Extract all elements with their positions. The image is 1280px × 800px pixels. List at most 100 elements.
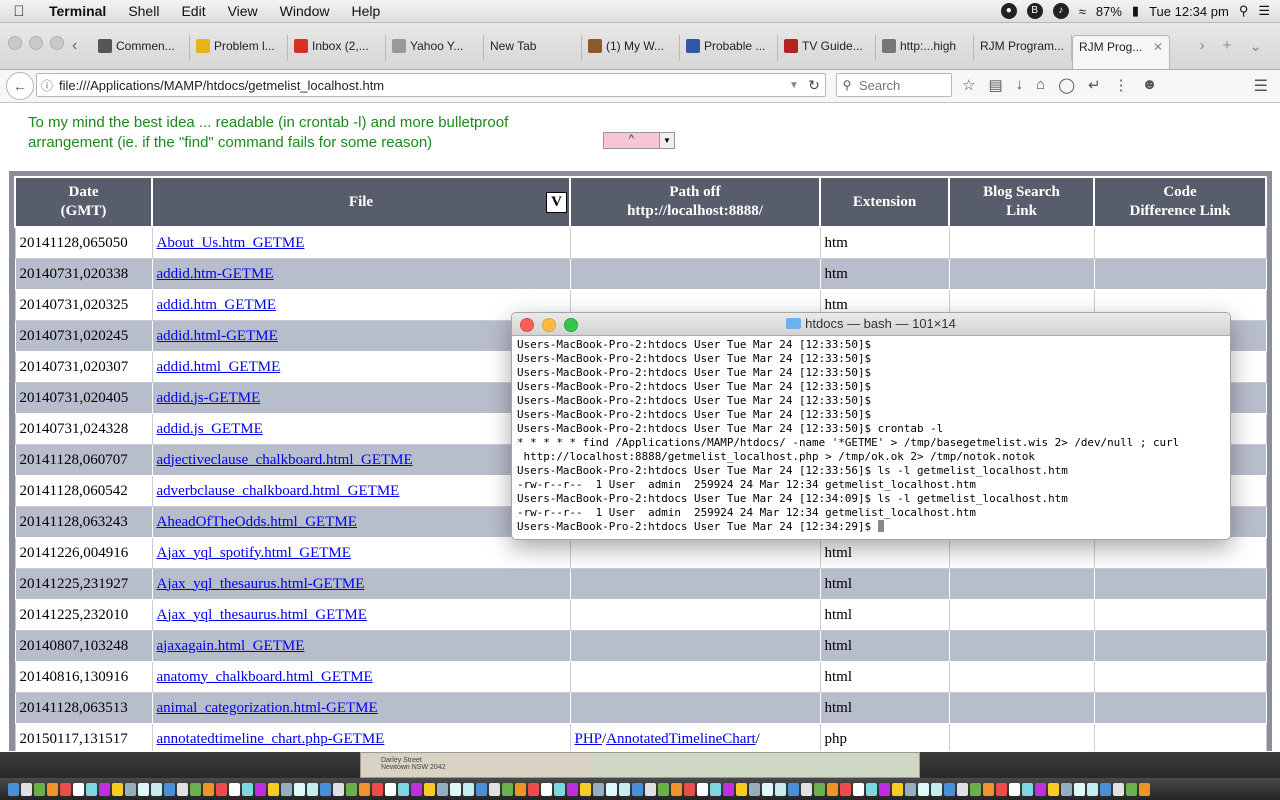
dock-app-icon[interactable] (931, 782, 942, 796)
dock-app-icon[interactable] (749, 782, 760, 796)
dock-app-icon[interactable] (684, 782, 695, 796)
dock-app-icon[interactable] (1113, 782, 1124, 796)
file-link[interactable]: addid.js_GETME (157, 421, 263, 437)
dock-app-icon[interactable] (372, 782, 383, 796)
dock-app-icon[interactable] (736, 782, 747, 796)
dock-app-icon[interactable] (710, 782, 721, 796)
dock-app-icon[interactable] (866, 782, 877, 796)
battery-percent[interactable]: 87% (1096, 4, 1122, 19)
tab[interactable]: (1) My W... (582, 35, 680, 61)
dock-app-icon[interactable] (359, 782, 370, 796)
dock-app-icon[interactable] (112, 782, 123, 796)
dock-app-icon[interactable] (957, 782, 968, 796)
select-dropdown-arrow-icon[interactable]: ▼ (659, 133, 674, 148)
file-link[interactable]: anatomy_chalkboard.html_GETME (157, 669, 373, 685)
file-link[interactable]: addid.htm-GETME (157, 266, 274, 282)
dock-app-icon[interactable] (346, 782, 357, 796)
tab[interactable]: Commen... (92, 35, 190, 61)
battery-icon[interactable]: ▮ (1132, 3, 1139, 19)
share-icon[interactable]: ↵ (1088, 76, 1101, 94)
dock-app-icon[interactable] (1074, 782, 1085, 796)
dock-app-icon[interactable] (138, 782, 149, 796)
dock-app-icon[interactable] (1126, 782, 1137, 796)
search-input[interactable] (857, 76, 949, 94)
dock-app-icon[interactable] (177, 782, 188, 796)
file-link[interactable]: animal_categorization.html-GETME (157, 700, 378, 716)
dock-app-icon[interactable] (775, 782, 786, 796)
terminal-minimize-button[interactable] (542, 318, 556, 332)
dock-app-icon[interactable] (8, 782, 19, 796)
terminal-close-button[interactable] (520, 318, 534, 332)
dock-app-icon[interactable] (1048, 782, 1059, 796)
apple-menu-icon[interactable]:  (0, 3, 38, 20)
back-button[interactable]: ← (6, 72, 34, 100)
chat-icon[interactable]: ☻ (1142, 76, 1158, 94)
terminal-output[interactable]: Users-MacBook-Pro-2:htdocs User Tue Mar … (512, 336, 1230, 536)
dock-app-icon[interactable] (385, 782, 396, 796)
tabs-scroll-right-icon[interactable]: › (1200, 37, 1205, 55)
dock-app-icon[interactable] (190, 782, 201, 796)
dock-app-icon[interactable] (463, 782, 474, 796)
tab[interactable]: Inbox (2,... (288, 35, 386, 61)
bitdefender-icon[interactable]: B (1026, 3, 1043, 19)
dock-app-icon[interactable] (34, 782, 45, 796)
dock-app-icon[interactable] (1061, 782, 1072, 796)
file-link[interactable]: addid.html-GETME (157, 328, 278, 344)
more-tools-icon[interactable]: ⋮ (1114, 76, 1129, 94)
dock-app-icon[interactable] (307, 782, 318, 796)
dock-app-icon[interactable] (580, 782, 591, 796)
clock[interactable]: Tue 12:34 pm (1149, 4, 1229, 19)
tab[interactable]: Probable ... (680, 35, 778, 61)
bookmark-star-icon[interactable]: ☆ (962, 76, 975, 94)
url-input[interactable] (57, 76, 785, 94)
file-link[interactable]: AheadOfTheOdds.html_GETME (157, 514, 357, 530)
tab[interactable]: New Tab (484, 35, 582, 61)
dock-app-icon[interactable] (827, 782, 838, 796)
dock-app-icon[interactable] (164, 782, 175, 796)
zoom-window-button[interactable] (50, 36, 64, 50)
tab[interactable]: http:...high (876, 35, 974, 61)
tab-list-chevron-icon[interactable]: ⌄ (1249, 37, 1262, 55)
dock-app-icon[interactable] (944, 782, 955, 796)
menu-app-terminal[interactable]: Terminal (38, 3, 117, 19)
tab[interactable]: Yahoo Y... (386, 35, 484, 61)
tab[interactable]: TV Guide... (778, 35, 876, 61)
dock-app-icon[interactable] (996, 782, 1007, 796)
menu-window[interactable]: Window (269, 3, 341, 19)
url-history-dropdown-icon[interactable]: ▼ (785, 80, 803, 91)
sync-icon[interactable]: ◯ (1058, 76, 1075, 94)
dock-app-icon[interactable] (489, 782, 500, 796)
dock-app-icon[interactable] (606, 782, 617, 796)
dock-app-icon[interactable] (333, 782, 344, 796)
dock-app-icon[interactable] (788, 782, 799, 796)
dock-app-icon[interactable] (892, 782, 903, 796)
download-icon[interactable]: ↓ (1016, 76, 1024, 94)
dock-app-icon[interactable] (983, 782, 994, 796)
dock-app-icon[interactable] (268, 782, 279, 796)
dock-app-icon[interactable] (502, 782, 513, 796)
dock-app-icon[interactable] (47, 782, 58, 796)
path-link-subfolder[interactable]: AnnotatedTimelineChart (606, 731, 755, 747)
dock-app-icon[interactable] (593, 782, 604, 796)
dock-app-icon[interactable] (1139, 782, 1150, 796)
dock-app-icon[interactable] (671, 782, 682, 796)
dock-app-icon[interactable] (645, 782, 656, 796)
file-link[interactable]: ajaxagain.html_GETME (157, 638, 305, 654)
dock-app-icon[interactable] (814, 782, 825, 796)
sound-icon[interactable]: ♪ (1052, 3, 1069, 19)
dock-app-icon[interactable] (1009, 782, 1020, 796)
file-link[interactable]: addid.js-GETME (157, 390, 261, 406)
dock-app-icon[interactable] (476, 782, 487, 796)
file-link[interactable]: annotatedtimeline_chart.php-GETME (157, 731, 385, 747)
dock-app-icon[interactable] (879, 782, 890, 796)
close-window-button[interactable] (8, 36, 22, 50)
dock-app-icon[interactable] (229, 782, 240, 796)
dock-app-icon[interactable] (424, 782, 435, 796)
file-link[interactable]: addid.htm_GETME (157, 297, 277, 313)
dock-app-icon[interactable] (567, 782, 578, 796)
file-link[interactable]: addid.html_GETME (157, 359, 281, 375)
sort-order-select[interactable]: ^ ▼ (603, 132, 675, 149)
dock-app-icon[interactable] (1087, 782, 1098, 796)
dock-app-icon[interactable] (853, 782, 864, 796)
file-link[interactable]: adverbclause_chalkboard.html_GETME (157, 483, 400, 499)
